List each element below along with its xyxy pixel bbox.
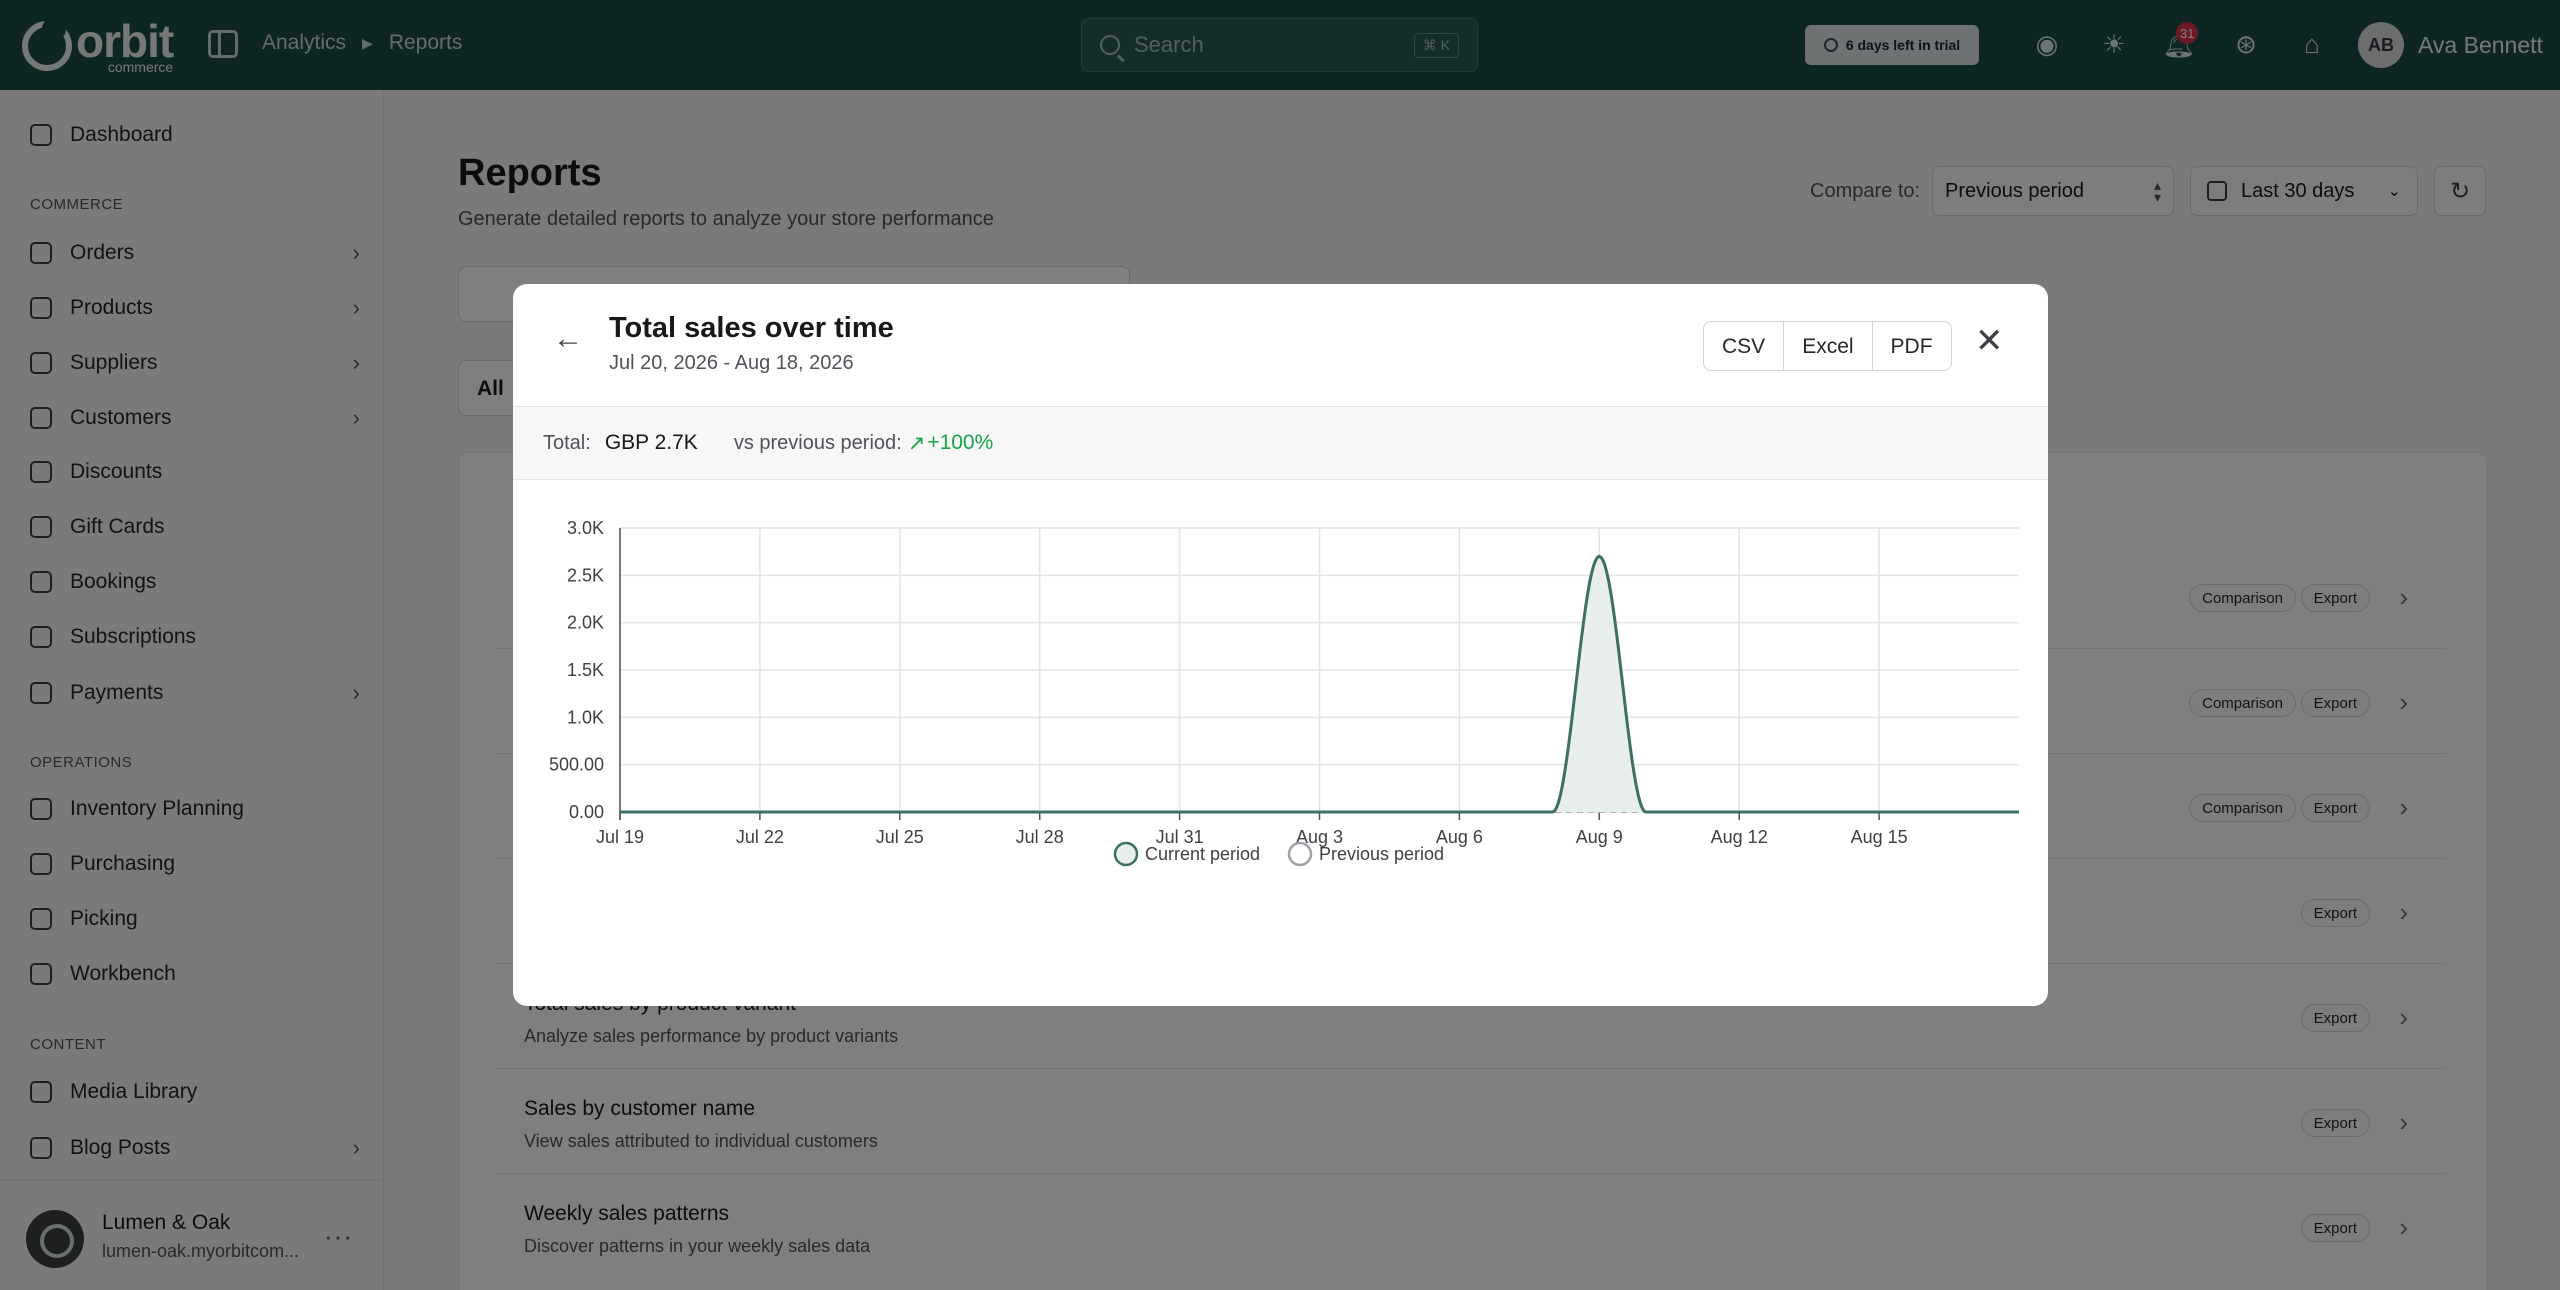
y-tick-label: 0.00 [569,802,604,822]
y-tick-label: 3.0K [567,518,604,538]
x-tick-label: Jul 22 [736,827,784,847]
export-csv-button[interactable]: CSV [1704,322,1785,370]
y-tick-label: 1.5K [567,660,604,680]
vs-value: +100% [927,431,994,454]
export-excel-button[interactable]: Excel [1784,322,1873,370]
x-tick-label: Aug 9 [1576,827,1623,847]
legend-current-label: Current period [1145,844,1260,864]
y-tick-label: 2.5K [567,565,604,585]
modal-title: Total sales over time [609,312,894,344]
x-tick-label: Aug 15 [1851,827,1908,847]
x-tick-label: Jul 28 [1016,827,1064,847]
legend-previous-swatch [1287,841,1313,867]
sales-chart: 0.00 500.00 1.0K 1.5K 2.0K 2.5K 3.0K Jul 19 Jul … [549,518,2019,867]
legend-current-swatch [1113,841,1139,867]
back-arrow-icon[interactable]: ← [553,322,583,356]
close-icon[interactable]: ✕ [1975,324,2004,358]
x-tick-label: Jul 19 [596,827,644,847]
export-button-group: CSV Excel PDF [1703,321,1952,371]
legend-previous-label: Previous period [1319,844,1444,864]
total-label: Total: [543,431,591,454]
export-pdf-button[interactable]: PDF [1873,322,1951,370]
y-tick-label: 1.0K [567,707,604,727]
y-tick-label: 2.0K [567,613,604,633]
trend-up-icon: ↗ [907,431,926,455]
report-modal: ← Total sales over time Jul 20, 2026 - A… [513,284,2048,1006]
x-tick-label: Jul 25 [876,827,924,847]
y-tick-label: 500.00 [549,755,604,775]
vs-label: vs previous period: [733,431,902,454]
modal-date-range: Jul 20, 2026 - Aug 18, 2026 [609,352,854,374]
summary-bar: Total: GBP 2.7K vs previous period: ↗ +1… [513,406,2048,480]
total-value: GBP 2.7K [604,431,698,454]
x-tick-label: Aug 12 [1711,827,1768,847]
